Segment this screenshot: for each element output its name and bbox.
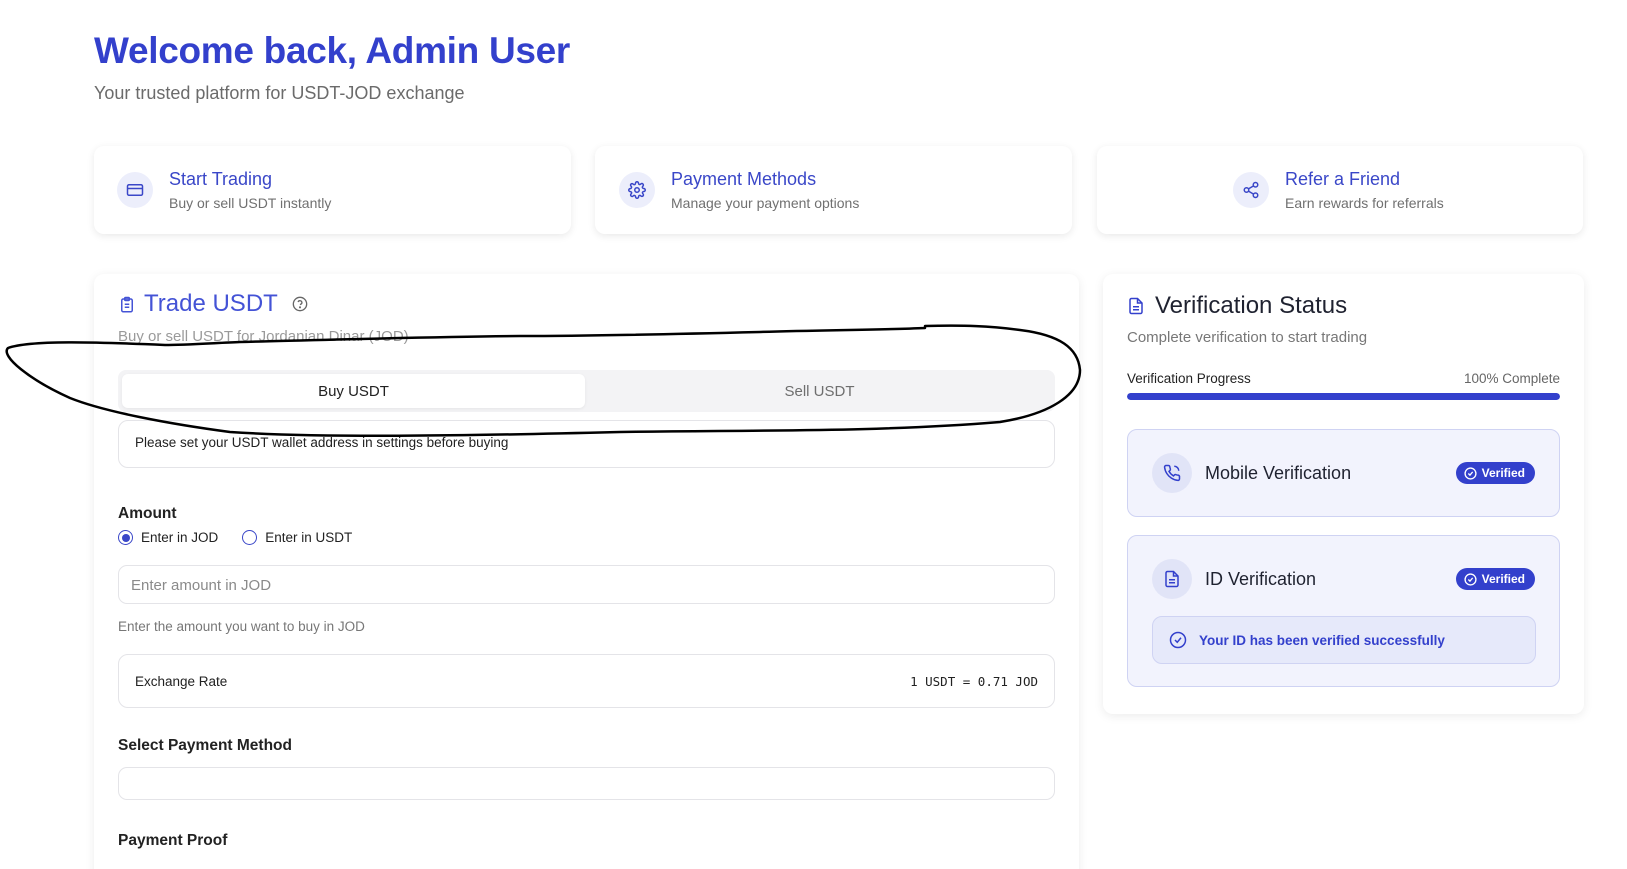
trade-subtitle: Buy or sell USDT for Jordanian Dinar (JO… (118, 328, 409, 345)
id-success-text: Your ID has been verified successfully (1199, 632, 1445, 648)
progress-bar (1127, 393, 1560, 400)
id-document-icon (1152, 559, 1192, 599)
id-verification-name: ID Verification (1205, 569, 1317, 589)
verification-title: Verification Status (1155, 292, 1348, 319)
verification-subtitle: Complete verification to start trading (1127, 329, 1368, 346)
gear-icon (619, 172, 655, 208)
payment-method-label: Select Payment Method (118, 737, 292, 754)
radio-enter-usdt-label: Enter in USDT (265, 530, 353, 545)
payment-proof-label: Payment Proof (118, 832, 228, 849)
id-verification-card: ID Verification Verified Your ID has bee… (1127, 535, 1560, 687)
check-circle-icon (1169, 631, 1187, 649)
payment-method-select[interactable] (118, 767, 1055, 800)
exchange-rate-label: Exchange Rate (135, 673, 228, 689)
verification-panel: Verification Status Complete verificatio… (1103, 274, 1584, 714)
amount-unit-radio-group: Enter in JOD Enter in USDT (118, 530, 376, 545)
wallet-notice: Please set your USDT wallet address in s… (118, 420, 1055, 468)
progress-label: Verification Progress (1127, 371, 1251, 386)
refer-friend-title: Refer a Friend (1285, 169, 1401, 189)
page-subtitle: Your trusted platform for USDT-JOD excha… (94, 83, 465, 103)
radio-enter-usdt[interactable]: Enter in USDT (242, 530, 352, 545)
start-trading-subtitle: Buy or sell USDT instantly (169, 195, 332, 211)
page-title: Welcome back, Admin User (94, 30, 571, 71)
amount-input[interactable]: Enter amount in JOD (118, 565, 1055, 604)
credit-card-icon (117, 172, 153, 208)
tab-buy-usdt[interactable]: Buy USDT (122, 374, 585, 408)
mobile-verification-card: Mobile Verification Verified (1127, 429, 1560, 517)
trade-title: Trade USDT (144, 290, 278, 317)
radio-enter-jod-label: Enter in JOD (141, 530, 219, 545)
verified-badge: Verified (1455, 462, 1535, 484)
check-circle-icon (1464, 572, 1477, 586)
mobile-verified-label: Verified (1481, 466, 1525, 480)
radio-checked-icon[interactable] (118, 530, 133, 545)
payment-methods-card[interactable]: Payment Methods Manage your payment opti… (595, 146, 1072, 234)
id-verified-label: Verified (1481, 572, 1525, 586)
start-trading-title: Start Trading (169, 169, 273, 189)
phone-icon (1152, 453, 1192, 493)
refer-friend-subtitle: Earn rewards for referrals (1285, 195, 1444, 211)
id-success-message: Your ID has been verified successfully (1152, 616, 1536, 664)
refer-friend-card[interactable]: Refer a Friend Earn rewards for referral… (1097, 146, 1583, 234)
check-circle-icon (1464, 466, 1477, 480)
document-icon (1127, 296, 1145, 316)
verified-badge: Verified (1455, 568, 1535, 590)
payment-methods-subtitle: Manage your payment options (671, 195, 860, 211)
payment-methods-title: Payment Methods (671, 169, 817, 189)
progress-percent: 100% Complete (1463, 371, 1560, 386)
tab-sell-usdt[interactable]: Sell USDT (588, 374, 1051, 408)
trade-panel: Trade USDT Buy or sell USDT for Jordania… (94, 274, 1079, 869)
amount-hint: Enter the amount you want to buy in JOD (118, 619, 365, 634)
start-trading-card[interactable]: Start Trading Buy or sell USDT instantly (94, 146, 571, 234)
radio-enter-jod[interactable]: Enter in JOD (118, 530, 218, 545)
progress-bar-fill (1127, 393, 1560, 400)
amount-label: Amount (118, 505, 177, 522)
exchange-rate-value: 1 USDT = 0.71 JOD (910, 673, 1038, 689)
buy-sell-toggle: Buy USDT Sell USDT (118, 370, 1055, 412)
radio-unchecked-icon[interactable] (242, 530, 258, 545)
help-icon[interactable] (292, 296, 308, 312)
mobile-verification-name: Mobile Verification (1205, 463, 1352, 483)
clipboard-icon (118, 295, 136, 320)
share-icon (1233, 172, 1269, 208)
exchange-rate-box: Exchange Rate 1 USDT = 0.71 JOD (118, 654, 1055, 708)
